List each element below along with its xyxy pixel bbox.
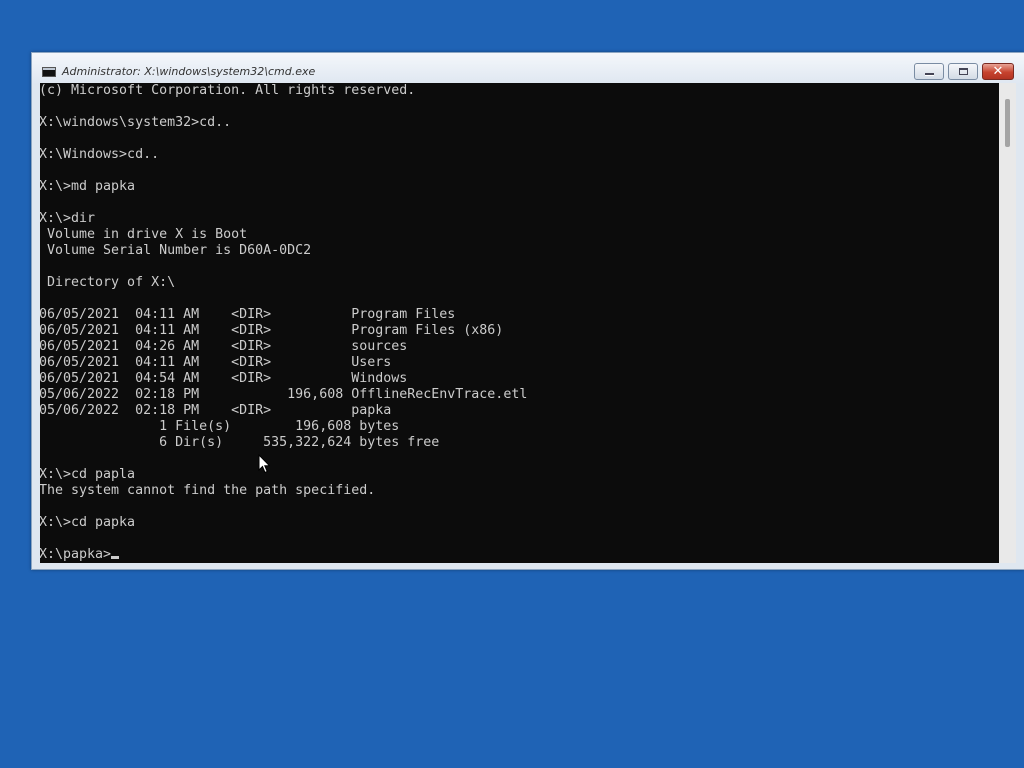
text-cursor bbox=[111, 556, 120, 559]
minimize-icon bbox=[925, 73, 934, 75]
console-line: Volume in drive X is Boot bbox=[40, 227, 248, 242]
console-line: (c) Microsoft Corporation. All rights re… bbox=[40, 83, 416, 98]
maximize-button[interactable] bbox=[948, 63, 978, 80]
console-line: 06/05/2021 04:26 AM <DIR> sources bbox=[40, 339, 408, 354]
console-prompt: X:\papka> bbox=[40, 547, 112, 562]
minimize-button[interactable] bbox=[914, 63, 944, 80]
close-button[interactable]: ✕ bbox=[982, 63, 1014, 80]
maximize-icon bbox=[959, 68, 968, 75]
close-icon: ✕ bbox=[992, 64, 1004, 79]
console-line: 06/05/2021 04:54 AM <DIR> Windows bbox=[40, 371, 408, 386]
console-line: 06/05/2021 04:11 AM <DIR> Program Files … bbox=[40, 323, 504, 338]
scrollbar-thumb[interactable] bbox=[1005, 99, 1010, 147]
mouse-pointer-icon bbox=[258, 454, 270, 474]
vertical-scrollbar[interactable] bbox=[999, 83, 1016, 563]
console-line: The system cannot find the path specifie… bbox=[40, 483, 376, 498]
console-line: X:\>dir bbox=[40, 211, 96, 226]
console-line: X:\>cd papla bbox=[40, 467, 136, 482]
console-text: (c) Microsoft Corporation. All rights re… bbox=[40, 83, 527, 563]
console-line: 05/06/2022 02:18 PM <DIR> papka bbox=[40, 403, 392, 418]
console-line: 1 File(s) 196,608 bytes bbox=[40, 419, 400, 434]
console-line: 06/05/2021 04:11 AM <DIR> Program Files bbox=[40, 307, 456, 322]
console-line: X:\windows\system32>cd.. bbox=[40, 115, 232, 130]
console-line: Volume Serial Number is D60A-0DC2 bbox=[40, 243, 312, 258]
console-output[interactable]: (c) Microsoft Corporation. All rights re… bbox=[40, 83, 999, 563]
console-line: X:\>md papka bbox=[40, 179, 136, 194]
cmd-icon bbox=[42, 67, 56, 77]
console-line: 6 Dir(s) 535,322,624 bytes free bbox=[40, 435, 440, 450]
title-bar[interactable]: Administrator: X:\windows\system32\cmd.e… bbox=[32, 53, 1024, 84]
console-line: X:\Windows>cd.. bbox=[40, 147, 160, 162]
console-line: X:\>cd papka bbox=[40, 515, 136, 530]
prompt-line[interactable]: X:\papka> bbox=[40, 547, 527, 563]
console-line: 06/05/2021 04:11 AM <DIR> Users bbox=[40, 355, 392, 370]
console-line: Directory of X:\ bbox=[40, 275, 176, 290]
window-title: Administrator: X:\windows\system32\cmd.e… bbox=[62, 65, 316, 78]
console-line: 05/06/2022 02:18 PM 196,608 OfflineRecEn… bbox=[40, 387, 528, 402]
